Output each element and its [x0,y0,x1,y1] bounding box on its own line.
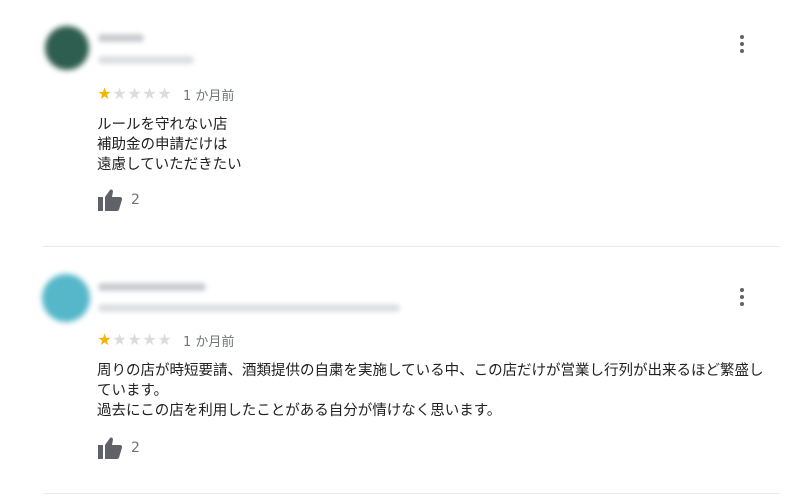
reviewer-meta [98,56,194,64]
review-rating: ★ ★ ★ ★ ★ 1 か月前 [97,85,235,104]
review-divider [43,493,780,494]
reviewer-avatar[interactable] [45,26,89,70]
star-icon: ★ [97,330,112,349]
more-vert-icon [740,35,744,39]
review-menu-button[interactable] [730,32,754,56]
review-divider [43,246,780,247]
star-rating: ★ ★ ★ ★ ★ [97,332,172,348]
like-button[interactable]: 2 [97,436,140,460]
star-icon: ★ [127,84,142,103]
star-icon: ★ [142,84,157,103]
star-rating: ★ ★ ★ ★ ★ [97,86,172,102]
review-date: 1 か月前 [183,88,235,104]
star-icon: ★ [157,330,172,349]
more-vert-icon [740,288,744,292]
star-icon: ★ [142,330,157,349]
review-text: ルールを守れない店 補助金の申請だけは 遠慮していただきたい [97,117,242,173]
reviewer-avatar[interactable] [42,274,90,322]
review-rating: ★ ★ ★ ★ ★ 1 か月前 [97,331,235,350]
star-icon: ★ [112,84,127,103]
reviewer-meta [98,304,400,312]
thumbs-up-icon [98,437,123,459]
review-date: 1 か月前 [183,334,235,350]
star-icon: ★ [97,84,112,103]
thumbs-up-icon [98,189,123,211]
star-icon: ★ [112,330,127,349]
reviewer-name[interactable] [98,34,144,42]
like-count: 2 [131,192,140,208]
like-count: 2 [131,440,140,456]
like-button[interactable]: 2 [97,188,140,212]
star-icon: ★ [157,84,172,103]
star-icon: ★ [127,330,142,349]
reviewer-name[interactable] [98,283,206,291]
review-menu-button[interactable] [730,285,754,309]
review-text: 周りの店が時短要請、酒類提供の自粛を実施している中、この店だけが営業し行列が出来… [97,363,764,419]
